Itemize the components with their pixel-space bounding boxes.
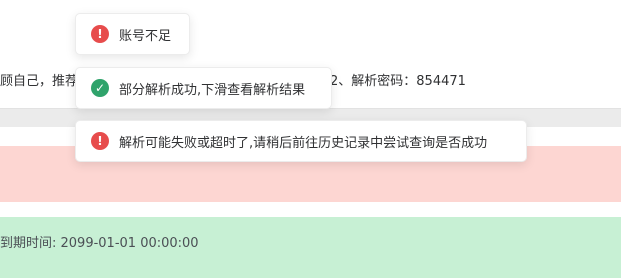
success-check-icon: ✓	[91, 79, 109, 97]
toast-account-insufficient: ! 账号不足	[75, 13, 190, 55]
notice-text-left: 顾自己，推荐	[0, 74, 79, 89]
toast-parse-timeout: ! 解析可能失败或超时了,请稍后前往历史记录中尝试查询是否成功	[75, 120, 527, 162]
toast-message: 解析可能失败或超时了,请稍后前往历史记录中尝试查询是否成功	[119, 135, 488, 151]
success-result-panel: 到期时间: 2099-01-01 00:00:00	[0, 217, 621, 278]
expire-time: 到期时间: 2099-01-01 00:00:00	[0, 236, 199, 251]
toast-message: 账号不足	[119, 28, 172, 44]
toast-message: 部分解析成功,下滑查看解析结果	[119, 82, 306, 98]
error-icon: !	[91, 132, 109, 150]
notice-text-password: 2、解析密码：854471	[330, 74, 466, 89]
toast-parse-partial-success: ✓ 部分解析成功,下滑查看解析结果	[75, 67, 332, 109]
error-icon: !	[91, 25, 109, 43]
